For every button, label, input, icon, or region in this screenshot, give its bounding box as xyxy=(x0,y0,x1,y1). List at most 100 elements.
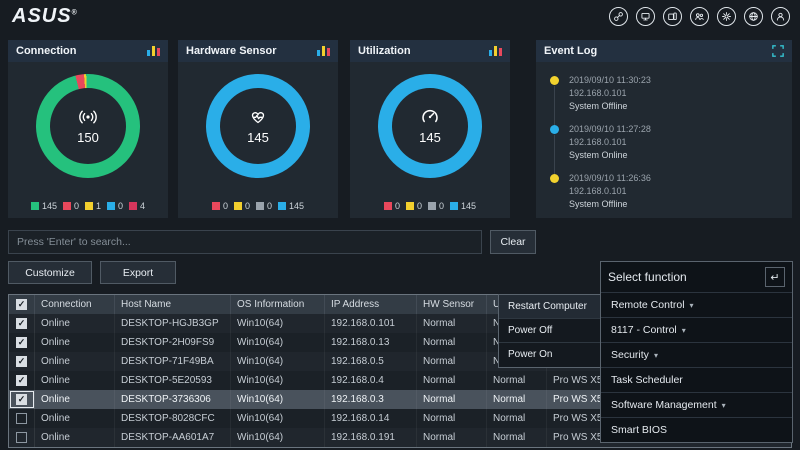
cell-hw-sensor: Normal xyxy=(417,371,487,390)
return-icon[interactable] xyxy=(765,267,785,287)
function-item[interactable]: 8117 - Control xyxy=(601,317,792,342)
clear-button[interactable]: Clear xyxy=(490,230,536,254)
event-status: System Offline xyxy=(569,198,651,211)
expand-icon[interactable] xyxy=(772,45,784,57)
legend-value: 0 xyxy=(223,201,228,211)
row-checkbox[interactable] xyxy=(16,318,27,329)
function-panel-title: Select function xyxy=(608,270,687,284)
connection-panel-header: Connection xyxy=(8,40,168,62)
column-header[interactable]: OS Information xyxy=(231,295,325,314)
hardware-sensor-legend: 000145 xyxy=(178,201,338,211)
function-item[interactable]: Remote Control xyxy=(601,292,792,317)
bar-chart-icon[interactable] xyxy=(317,46,330,56)
legend-swatch xyxy=(63,202,71,210)
column-header[interactable]: IP Address xyxy=(325,295,417,314)
account-icon[interactable] xyxy=(771,7,790,26)
select-all-checkbox[interactable] xyxy=(16,299,27,310)
legend-value: 0 xyxy=(395,201,400,211)
event-list: 2019/09/10 11:30:23 192.168.0.101 System… xyxy=(536,62,792,221)
event-status: System Online xyxy=(569,149,651,162)
column-header[interactable]: Host Name xyxy=(115,295,231,314)
legend-swatch xyxy=(428,202,436,210)
legend-swatch xyxy=(450,202,458,210)
function-item[interactable]: Task Scheduler xyxy=(601,367,792,392)
function-item[interactable]: Smart BIOS xyxy=(601,417,792,442)
cell-utilization: Normal xyxy=(487,390,547,409)
function-item[interactable]: Software Management xyxy=(601,392,792,417)
context-menu-item[interactable]: Restart Computer xyxy=(499,295,611,319)
legend-item: 0 xyxy=(107,201,123,211)
legend-item: 145 xyxy=(450,201,476,211)
event-log-header: Event Log xyxy=(536,40,792,62)
event-status-dot xyxy=(550,174,559,183)
cell-utilization: Normal xyxy=(487,371,547,390)
utilization-count: 145 xyxy=(419,130,441,145)
connection-donut-chart: 150 xyxy=(36,74,140,178)
legend-item: 0 xyxy=(212,201,228,211)
globe-icon[interactable] xyxy=(744,7,763,26)
panel-title: Hardware Sensor xyxy=(186,45,276,57)
row-checkbox[interactable] xyxy=(16,375,27,386)
legend-swatch xyxy=(85,202,93,210)
event-item: 2019/09/10 11:26:36 192.168.0.101 System… xyxy=(550,172,784,221)
function-label: 8117 - Control xyxy=(611,318,677,343)
column-header[interactable]: HW Sensor xyxy=(417,295,487,314)
hardware-sensor-count: 145 xyxy=(247,130,269,145)
legend-swatch xyxy=(278,202,286,210)
cell-utilization: Normal xyxy=(487,428,547,447)
bar-chart-icon[interactable] xyxy=(147,46,160,56)
legend-value: 145 xyxy=(461,201,476,211)
export-button[interactable]: Export xyxy=(100,261,176,284)
user-group-icon[interactable] xyxy=(690,7,709,26)
registered-mark: ® xyxy=(72,9,78,16)
legend-swatch xyxy=(384,202,392,210)
cell-connection: Online xyxy=(35,314,115,333)
event-time: 2019/09/10 11:30:23 xyxy=(569,74,651,87)
row-checkbox[interactable] xyxy=(16,337,27,348)
link-icon[interactable] xyxy=(609,7,628,26)
legend-item: 1 xyxy=(85,201,101,211)
row-checkbox[interactable] xyxy=(16,394,27,405)
gauge-icon xyxy=(420,107,440,127)
legend-swatch xyxy=(234,202,242,210)
column-header[interactable]: Connection xyxy=(35,295,115,314)
cell-host-name: DESKTOP-71F49BA xyxy=(115,352,231,371)
cell-connection: Online xyxy=(35,352,115,371)
broadcast-icon xyxy=(78,107,98,127)
search-input[interactable] xyxy=(8,230,482,254)
monitor-icon[interactable] xyxy=(636,7,655,26)
function-list: Remote Control 8117 - Control Security T… xyxy=(601,292,792,442)
cell-os-information: Win10(64) xyxy=(231,333,325,352)
function-label: Security xyxy=(611,343,649,368)
event-status: System Offline xyxy=(569,100,651,113)
event-status-dot xyxy=(550,76,559,85)
cell-host-name: DESKTOP-3736306 xyxy=(115,390,231,409)
cell-os-information: Win10(64) xyxy=(231,314,325,333)
cell-connection: Online xyxy=(35,428,115,447)
cell-os-information: Win10(64) xyxy=(231,390,325,409)
context-menu-item[interactable]: Power On xyxy=(499,343,611,367)
cell-connection: Online xyxy=(35,333,115,352)
function-item[interactable]: Security xyxy=(601,342,792,367)
panel-title: Connection xyxy=(16,45,77,57)
devices-icon[interactable] xyxy=(663,7,682,26)
row-checkbox[interactable] xyxy=(16,413,27,424)
connection-count: 150 xyxy=(77,130,99,145)
utilization-panel-header: Utilization xyxy=(350,40,510,62)
gear-icon[interactable] xyxy=(717,7,736,26)
asus-logo: ASUS® xyxy=(12,5,78,28)
cell-ip-address: 192.168.0.101 xyxy=(325,314,417,333)
cell-ip-address: 192.168.0.4 xyxy=(325,371,417,390)
customize-button[interactable]: Customize xyxy=(8,261,92,284)
bar-chart-icon[interactable] xyxy=(489,46,502,56)
legend-item: 0 xyxy=(256,201,272,211)
legend-value: 0 xyxy=(118,201,123,211)
row-checkbox[interactable] xyxy=(16,356,27,367)
cell-ip-address: 192.168.0.13 xyxy=(325,333,417,352)
legend-swatch xyxy=(406,202,414,210)
context-menu-item[interactable]: Power Off xyxy=(499,319,611,343)
legend-item: 0 xyxy=(406,201,422,211)
cell-utilization: Normal xyxy=(487,409,547,428)
row-checkbox[interactable] xyxy=(16,432,27,443)
legend-item: 0 xyxy=(428,201,444,211)
